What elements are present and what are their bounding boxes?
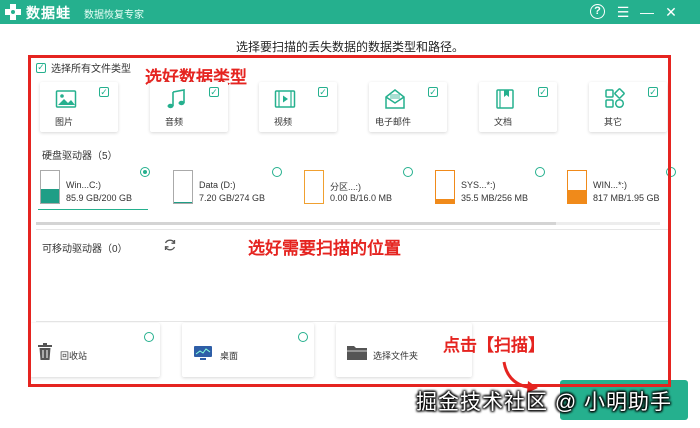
title-bar: 数据蛙 数据恢复专家 ? ☰ — ✕ (0, 0, 700, 24)
minimize-button[interactable]: — (638, 3, 656, 21)
instruction-text: 选择要扫描的丢失数据的数据类型和路径。 (235, 40, 464, 54)
menu-button[interactable]: ☰ (614, 3, 632, 21)
app-subtitle: 数据恢复专家 (84, 10, 144, 21)
help-button[interactable]: ? (590, 4, 605, 19)
watermark-text: 掘金技术社区 @ 小明助手 (416, 391, 672, 414)
close-button[interactable]: ✕ (662, 3, 680, 21)
annotation-frame (28, 55, 671, 387)
app-brand: 数据蛙 (26, 5, 71, 21)
app-logo-icon (5, 4, 21, 20)
